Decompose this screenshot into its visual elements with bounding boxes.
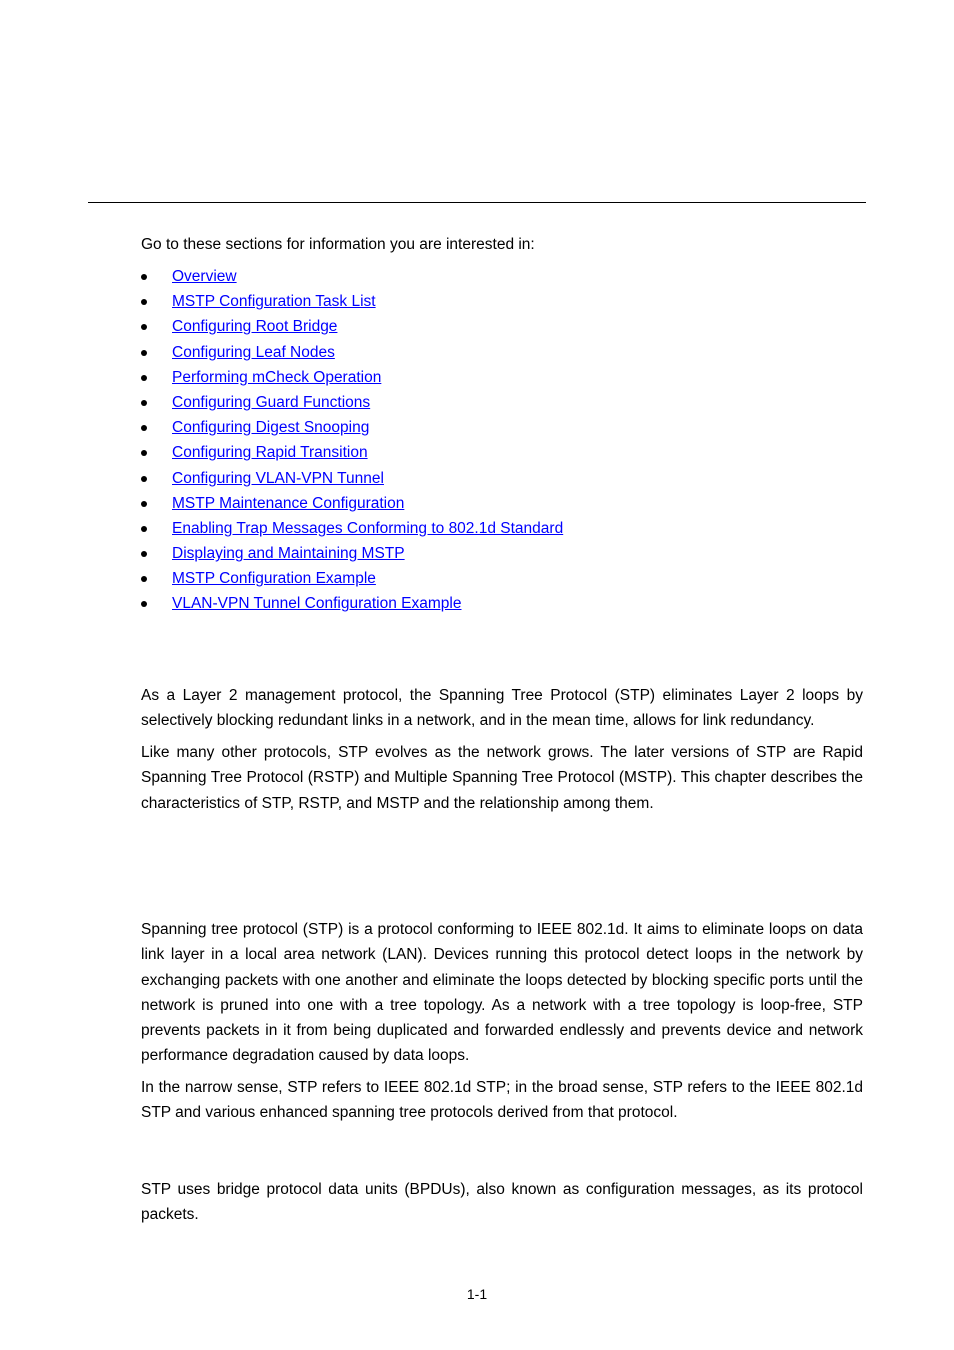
header-rule xyxy=(88,202,866,203)
paragraph-stp-definition: Spanning tree protocol (STP) is a protoc… xyxy=(141,921,863,1065)
list-item: Configuring Guard Functions xyxy=(141,392,563,417)
list-item: Configuring Digest Snooping xyxy=(141,417,563,442)
bullet-icon xyxy=(141,576,147,583)
section-link-list: Overview MSTP Configuration Task List Co… xyxy=(141,266,563,619)
bullet-icon xyxy=(141,374,147,381)
link-configuring-digest-snooping[interactable]: Configuring Digest Snooping xyxy=(172,419,369,436)
list-item: Displaying and Maintaining MSTP xyxy=(141,543,563,568)
bullet-icon xyxy=(141,601,147,608)
list-item: MSTP Configuration Task List xyxy=(141,291,563,316)
link-mstp-configuration-example[interactable]: MSTP Configuration Example xyxy=(172,570,376,587)
bullet-icon xyxy=(141,349,147,356)
paragraph-stp-intro: As a Layer 2 management protocol, the Sp… xyxy=(141,687,863,730)
list-item: MSTP Configuration Example xyxy=(141,568,563,593)
page-number: 1-1 xyxy=(466,1286,488,1302)
bullet-icon xyxy=(141,500,147,507)
bullet-icon xyxy=(141,450,147,457)
bullet-icon xyxy=(141,299,147,306)
list-item: Configuring Rapid Transition xyxy=(141,442,563,467)
bullet-icon xyxy=(141,475,147,482)
link-mstp-configuration-task-list[interactable]: MSTP Configuration Task List xyxy=(172,293,376,310)
link-mstp-maintenance-configuration[interactable]: MSTP Maintenance Configuration xyxy=(172,495,404,512)
list-item: Configuring Root Bridge xyxy=(141,316,563,341)
bullet-icon xyxy=(141,551,147,558)
link-enabling-trap-messages[interactable]: Enabling Trap Messages Conforming to 802… xyxy=(172,520,563,537)
bullet-icon xyxy=(141,399,147,406)
paragraph-stp-evolution: Like many other protocols, STP evolves a… xyxy=(141,744,863,812)
link-configuring-rapid-transition[interactable]: Configuring Rapid Transition xyxy=(172,444,368,461)
link-configuring-root-bridge[interactable]: Configuring Root Bridge xyxy=(172,318,337,335)
link-performing-mcheck-operation[interactable]: Performing mCheck Operation xyxy=(172,369,381,386)
bullet-icon xyxy=(141,425,147,432)
paragraph-stp-sense: In the narrow sense, STP refers to IEEE … xyxy=(141,1079,863,1122)
link-configuring-guard-functions[interactable]: Configuring Guard Functions xyxy=(172,394,370,411)
link-displaying-and-maintaining-mstp[interactable]: Displaying and Maintaining MSTP xyxy=(172,545,405,562)
intro-text: Go to these sections for information you… xyxy=(141,236,535,253)
paragraph-bpdu: STP uses bridge protocol data units (BPD… xyxy=(141,1181,863,1224)
list-item: VLAN-VPN Tunnel Configuration Example xyxy=(141,593,563,618)
link-configuring-vlan-vpn-tunnel[interactable]: Configuring VLAN-VPN Tunnel xyxy=(172,470,384,487)
list-item: MSTP Maintenance Configuration xyxy=(141,493,563,518)
list-item: Enabling Trap Messages Conforming to 802… xyxy=(141,518,563,543)
bullet-icon xyxy=(141,324,147,331)
list-item: Performing mCheck Operation xyxy=(141,367,563,392)
link-overview[interactable]: Overview xyxy=(172,268,237,285)
bullet-icon xyxy=(141,525,147,532)
list-item: Overview xyxy=(141,266,563,291)
link-vlan-vpn-tunnel-configuration-example[interactable]: VLAN-VPN Tunnel Configuration Example xyxy=(172,595,461,612)
link-configuring-leaf-nodes[interactable]: Configuring Leaf Nodes xyxy=(172,344,335,361)
list-item: Configuring Leaf Nodes xyxy=(141,342,563,367)
list-item: Configuring VLAN-VPN Tunnel xyxy=(141,468,563,493)
bullet-icon xyxy=(141,274,147,280)
